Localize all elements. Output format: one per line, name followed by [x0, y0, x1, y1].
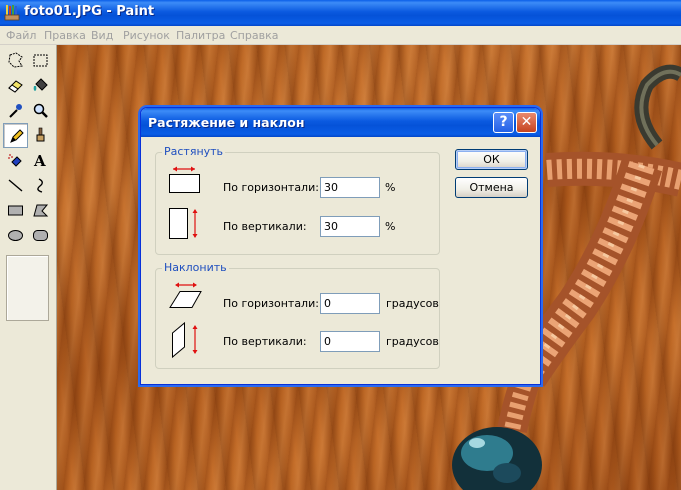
- paint-app-icon: [4, 5, 20, 21]
- magnifier-icon: [33, 103, 48, 118]
- menu-view[interactable]: Вид: [91, 29, 113, 42]
- menu-help[interactable]: Справка: [230, 29, 278, 42]
- skew-horizontal-input[interactable]: 0: [320, 293, 380, 314]
- stretch-vertical-label: По вертикали:: [223, 220, 307, 233]
- magnifier-tool[interactable]: [28, 98, 53, 123]
- stretch-vertical-unit: %: [385, 220, 396, 233]
- skew-group: Наклонить По горизонтали: 0 градусов По …: [155, 261, 440, 369]
- skew-horizontal-unit: градусов: [386, 297, 439, 310]
- stretch-horizontal-unit: %: [385, 181, 396, 194]
- brush-icon: [36, 127, 45, 142]
- fill-tool[interactable]: [28, 73, 53, 98]
- stretch-horizontal-label: По горизонтали:: [223, 181, 319, 194]
- color-picker-icon: [9, 104, 22, 118]
- svg-text:A: A: [33, 152, 46, 169]
- eraser-icon: [8, 80, 23, 93]
- rectangle-tool[interactable]: [3, 198, 28, 223]
- skew-vertical-icon: [172, 321, 198, 359]
- skew-vertical-unit: градусов: [386, 335, 439, 348]
- skew-group-label: Наклонить: [162, 261, 229, 274]
- curve-tool[interactable]: [28, 173, 53, 198]
- rounded-rect-icon: [33, 230, 48, 241]
- cancel-button[interactable]: Отмена: [455, 177, 528, 198]
- tool-options-box[interactable]: [6, 255, 49, 321]
- ellipse-icon: [8, 230, 23, 241]
- line-icon: [8, 179, 23, 192]
- free-select-tool[interactable]: [3, 48, 28, 73]
- rectangle-icon: [8, 205, 23, 216]
- pencil-icon: [10, 129, 24, 143]
- menu-image[interactable]: Рисунок: [123, 29, 170, 42]
- menu-edit[interactable]: Правка: [44, 29, 86, 42]
- stretch-group: Растянуть По горизонтали: 30 % По вертик…: [155, 145, 440, 255]
- line-tool[interactable]: [3, 173, 28, 198]
- toolbox: A: [0, 45, 57, 490]
- polygon-tool[interactable]: [28, 198, 53, 223]
- rect-select-tool[interactable]: [28, 48, 53, 73]
- stretch-group-label: Растянуть: [162, 145, 226, 158]
- curve-icon: [37, 178, 43, 193]
- ok-button[interactable]: ОК: [455, 149, 528, 170]
- rect-select-icon: [33, 54, 48, 67]
- help-button[interactable]: ?: [493, 112, 514, 133]
- color-picker-tool[interactable]: [3, 98, 28, 123]
- window-title-bar[interactable]: foto01.JPG - Paint: [0, 0, 681, 26]
- airbrush-icon: [8, 154, 22, 167]
- text-tool[interactable]: A: [28, 148, 53, 173]
- fill-bucket-icon: [33, 78, 48, 91]
- menu-file[interactable]: Файл: [6, 29, 36, 42]
- skew-vertical-label: По вертикали:: [223, 335, 307, 348]
- polygon-icon: [33, 204, 49, 217]
- menu-palette[interactable]: Палитра: [176, 29, 225, 42]
- brush-tool[interactable]: [28, 123, 53, 148]
- close-button[interactable]: ✕: [516, 112, 537, 133]
- dialog-title-bar[interactable]: Растяжение и наклон ? ✕: [141, 108, 540, 137]
- eraser-tool[interactable]: [3, 73, 28, 98]
- text-icon: A: [33, 152, 46, 169]
- airbrush-tool[interactable]: [3, 148, 28, 173]
- free-select-icon: [8, 52, 23, 68]
- dialog-title: Растяжение и наклон: [148, 115, 305, 130]
- stretch-horizontal-input[interactable]: 30: [320, 177, 380, 198]
- window-title: foto01.JPG - Paint: [24, 4, 155, 19]
- pencil-tool[interactable]: [3, 123, 28, 148]
- rounded-rect-tool[interactable]: [28, 223, 53, 248]
- stretch-skew-dialog: Растяжение и наклон ? ✕ Растянуть По гор…: [140, 107, 541, 385]
- skew-horizontal-icon: [169, 282, 202, 308]
- stretch-vertical-icon: [169, 208, 198, 239]
- stretch-horizontal-icon: [169, 166, 200, 193]
- stretch-vertical-input[interactable]: 30: [320, 216, 380, 237]
- ellipse-tool[interactable]: [3, 223, 28, 248]
- skew-horizontal-label: По горизонтали:: [223, 297, 319, 310]
- dialog-body: Растянуть По горизонтали: 30 % По вертик…: [144, 137, 537, 383]
- skew-vertical-input[interactable]: 0: [320, 331, 380, 352]
- menu-bar: Файл Правка Вид Рисунок Палитра Справка: [0, 26, 681, 45]
